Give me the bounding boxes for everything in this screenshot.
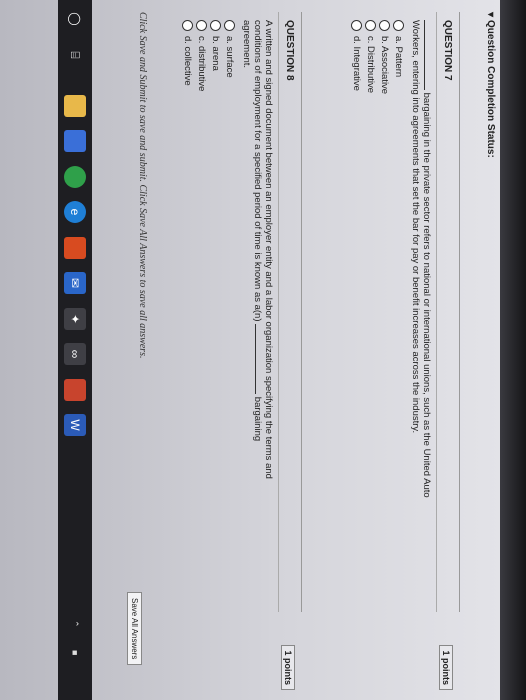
- option-d[interactable]: d. Integrative: [350, 20, 364, 604]
- chrome-icon[interactable]: [64, 166, 86, 188]
- save-all-answers-button[interactable]: Save All Answers: [127, 592, 142, 666]
- question-text: bargaining in the private sector refers …: [410, 20, 432, 604]
- option-label: c. Distributive: [365, 36, 377, 94]
- radio-button[interactable]: [182, 20, 194, 31]
- radio-button[interactable]: [365, 20, 377, 31]
- powerpoint-icon[interactable]: [64, 379, 86, 401]
- word-icon[interactable]: W: [64, 414, 86, 436]
- completion-status-label: Question Completion Status:: [485, 20, 496, 158]
- tray-chevron-icon[interactable]: ⌃: [69, 620, 80, 628]
- radio-button[interactable]: [379, 20, 391, 31]
- option-d[interactable]: d. collective: [181, 20, 195, 604]
- points-badge: 1 points: [439, 645, 453, 690]
- radio-button[interactable]: [210, 20, 222, 31]
- question-text-line3: bargaining: [252, 396, 263, 442]
- question-title: QUESTION 7: [442, 20, 453, 81]
- option-a[interactable]: a. Pattern: [392, 20, 406, 604]
- option-c[interactable]: c. Distributive: [364, 20, 378, 604]
- question-8: QUESTION 8 1 points A written and signed…: [177, 12, 302, 690]
- answer-blank: [255, 324, 256, 395]
- question-7: QUESTION 7 1 points bargaining in the pr…: [346, 12, 460, 690]
- question-text-line4: agreement.: [241, 20, 252, 69]
- option-label: d. collective: [182, 36, 194, 86]
- store-icon[interactable]: [64, 130, 86, 152]
- task-view-icon[interactable]: ⌸: [64, 44, 86, 66]
- answer-blank: [424, 20, 425, 90]
- submit-instructions: Click Save and Submit to save and submit…: [137, 12, 148, 359]
- option-a[interactable]: a. surface: [223, 20, 237, 604]
- option-label: d. Integrative: [351, 36, 363, 91]
- option-label: b. Associative: [379, 36, 391, 95]
- option-c[interactable]: c. distributive: [195, 20, 209, 604]
- taskbar: ◯ ⌸ e ✉ ✦ ∞ W ⌃ ■: [58, 0, 92, 700]
- completion-status[interactable]: ▾ Question Completion Status:: [485, 12, 496, 158]
- question-text-line1: bargaining in the private sector refers …: [421, 92, 432, 498]
- question-text: A written and signed document between an…: [241, 20, 274, 604]
- question-title: QUESTION 8: [284, 20, 295, 81]
- chevron-down-icon[interactable]: ▾: [485, 12, 496, 17]
- question-text-line2: Workers, entering into agreements that s…: [410, 20, 421, 434]
- option-label: a. Pattern: [393, 36, 405, 78]
- file-explorer-icon[interactable]: [64, 95, 86, 117]
- option-b[interactable]: b. arena: [209, 20, 223, 604]
- option-label: b. arena: [210, 36, 222, 71]
- option-label: c. distributive: [196, 36, 208, 92]
- question-text-line2: conditions of employment for a specified…: [252, 20, 263, 322]
- edge-icon[interactable]: e: [64, 201, 86, 223]
- mail-icon[interactable]: ✉: [64, 272, 86, 294]
- people-icon[interactable]: ∞: [64, 343, 86, 365]
- radio-button[interactable]: [393, 20, 405, 31]
- network-icon[interactable]: ■: [70, 650, 80, 655]
- option-b[interactable]: b. Associative: [378, 20, 392, 604]
- windows-icon[interactable]: ◯: [64, 8, 86, 30]
- option-label: a. surface: [224, 36, 236, 78]
- radio-button[interactable]: [196, 20, 208, 31]
- radio-button[interactable]: [351, 20, 363, 31]
- quiz-page: ▾ Question Completion Status: QUESTION 7 …: [0, 0, 500, 700]
- radio-button[interactable]: [224, 20, 236, 31]
- points-badge: 1 points: [281, 645, 295, 690]
- office-icon[interactable]: [64, 237, 86, 259]
- xbox-icon[interactable]: ✦: [64, 308, 86, 330]
- question-text-line1: A written and signed document between an…: [263, 20, 274, 479]
- monitor-bezel: [500, 0, 526, 700]
